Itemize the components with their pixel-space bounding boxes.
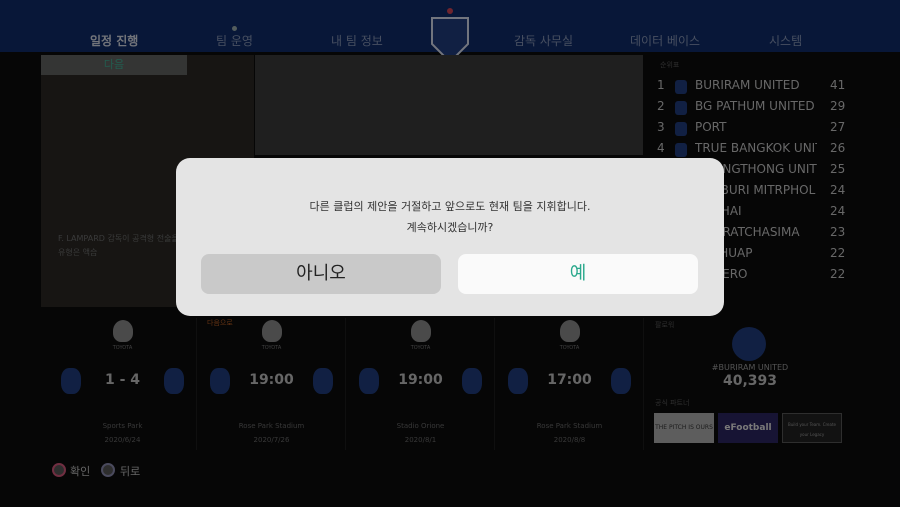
dialog-question: 계속하시겠습니까? (406, 221, 494, 234)
no-button[interactable]: 아니오 (201, 254, 441, 294)
yes-button[interactable]: 예 (458, 254, 698, 294)
dialog-message: 다른 클럽의 제안을 거절하고 앞으로도 현재 팀을 지휘합니다. (309, 200, 591, 213)
confirm-dialog: 다른 클럽의 제안을 거절하고 앞으로도 현재 팀을 지휘합니다. 계속하시겠습… (176, 158, 724, 316)
